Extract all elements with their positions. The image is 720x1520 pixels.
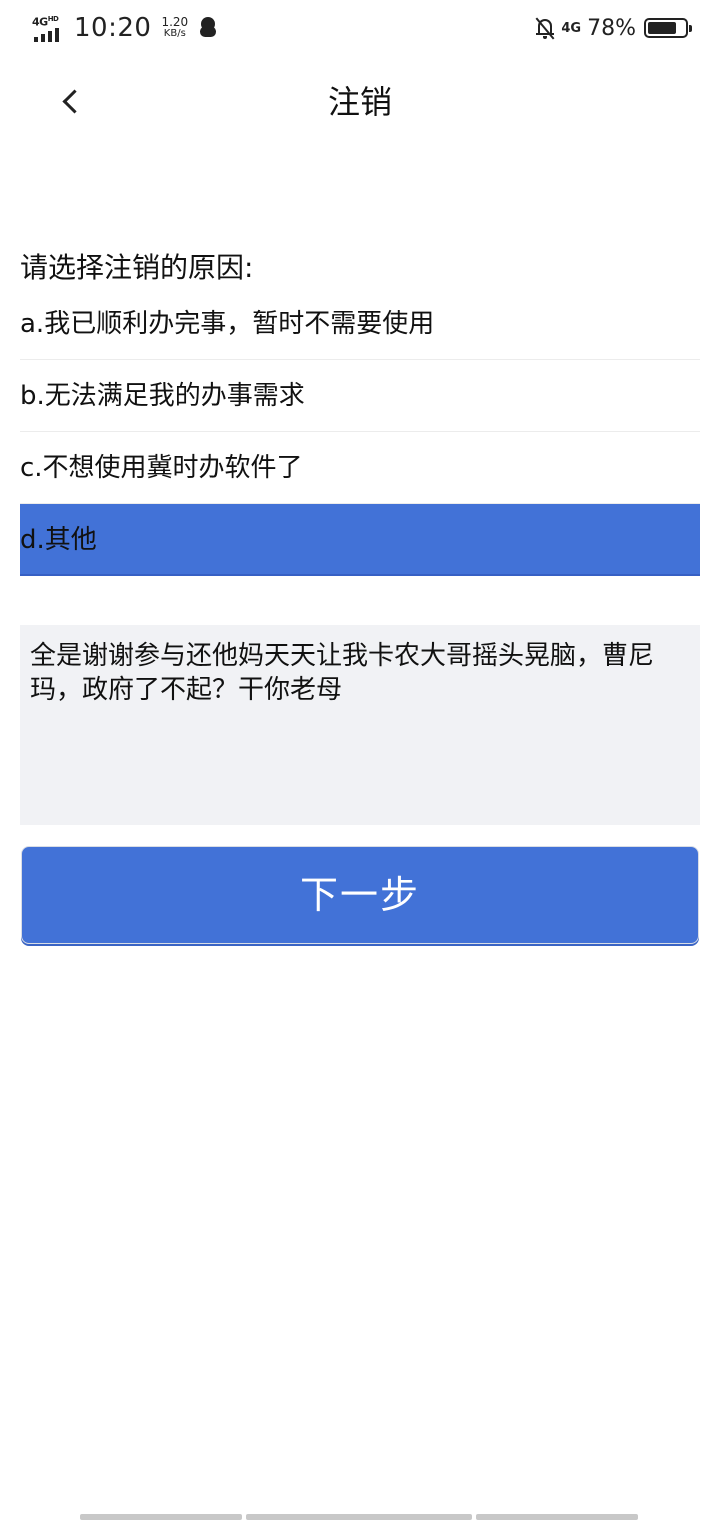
battery-icon xyxy=(644,18,692,38)
gesture-bar xyxy=(80,1514,638,1520)
status-bar: 4GHD 10:20 1.20 KB/s 4G 78% xyxy=(0,0,720,56)
reason-option-a[interactable]: a.我已顺利办完事，暂时不需要使用 xyxy=(20,288,700,360)
reason-option-c[interactable]: c.不想使用冀时办软件了 xyxy=(20,432,700,504)
status-time: 10:20 xyxy=(74,13,152,43)
next-step-button[interactable]: 下一步 xyxy=(21,846,699,944)
reason-option-d[interactable]: d.其他 xyxy=(20,504,700,576)
cellular-signal-icon: 4GHD xyxy=(32,14,66,42)
reason-textarea[interactable]: 全是谢谢参与还他妈天天让我卡农大哥摇头晃脑，曹尼玛，政府了不起？干你老母 xyxy=(20,625,700,825)
page-title: 注销 xyxy=(327,83,392,121)
status-bar-right: 4G 78% xyxy=(535,12,692,44)
qq-notification-icon xyxy=(200,17,217,39)
reason-options: a.我已顺利办完事，暂时不需要使用 b.无法满足我的办事需求 c.不想使用冀时办… xyxy=(20,288,700,576)
nav-bar: 注销 xyxy=(0,56,720,148)
network-speed-unit: KB/s xyxy=(163,28,186,39)
hd-label: HD xyxy=(47,15,59,23)
reason-prompt: 请选择注销的原因: xyxy=(20,251,254,284)
bell-muted-icon xyxy=(535,16,555,40)
network-speed: 1.20 KB/s xyxy=(161,16,188,40)
status-bar-left: 4GHD 10:20 1.20 KB/s xyxy=(32,12,217,44)
reason-option-b[interactable]: b.无法满足我的办事需求 xyxy=(20,360,700,432)
network-speed-value: 1.20 xyxy=(161,15,189,29)
network-type-label: 4G xyxy=(32,15,48,29)
battery-percent: 78% xyxy=(587,15,636,41)
network-type-4g: 4G xyxy=(561,20,582,36)
